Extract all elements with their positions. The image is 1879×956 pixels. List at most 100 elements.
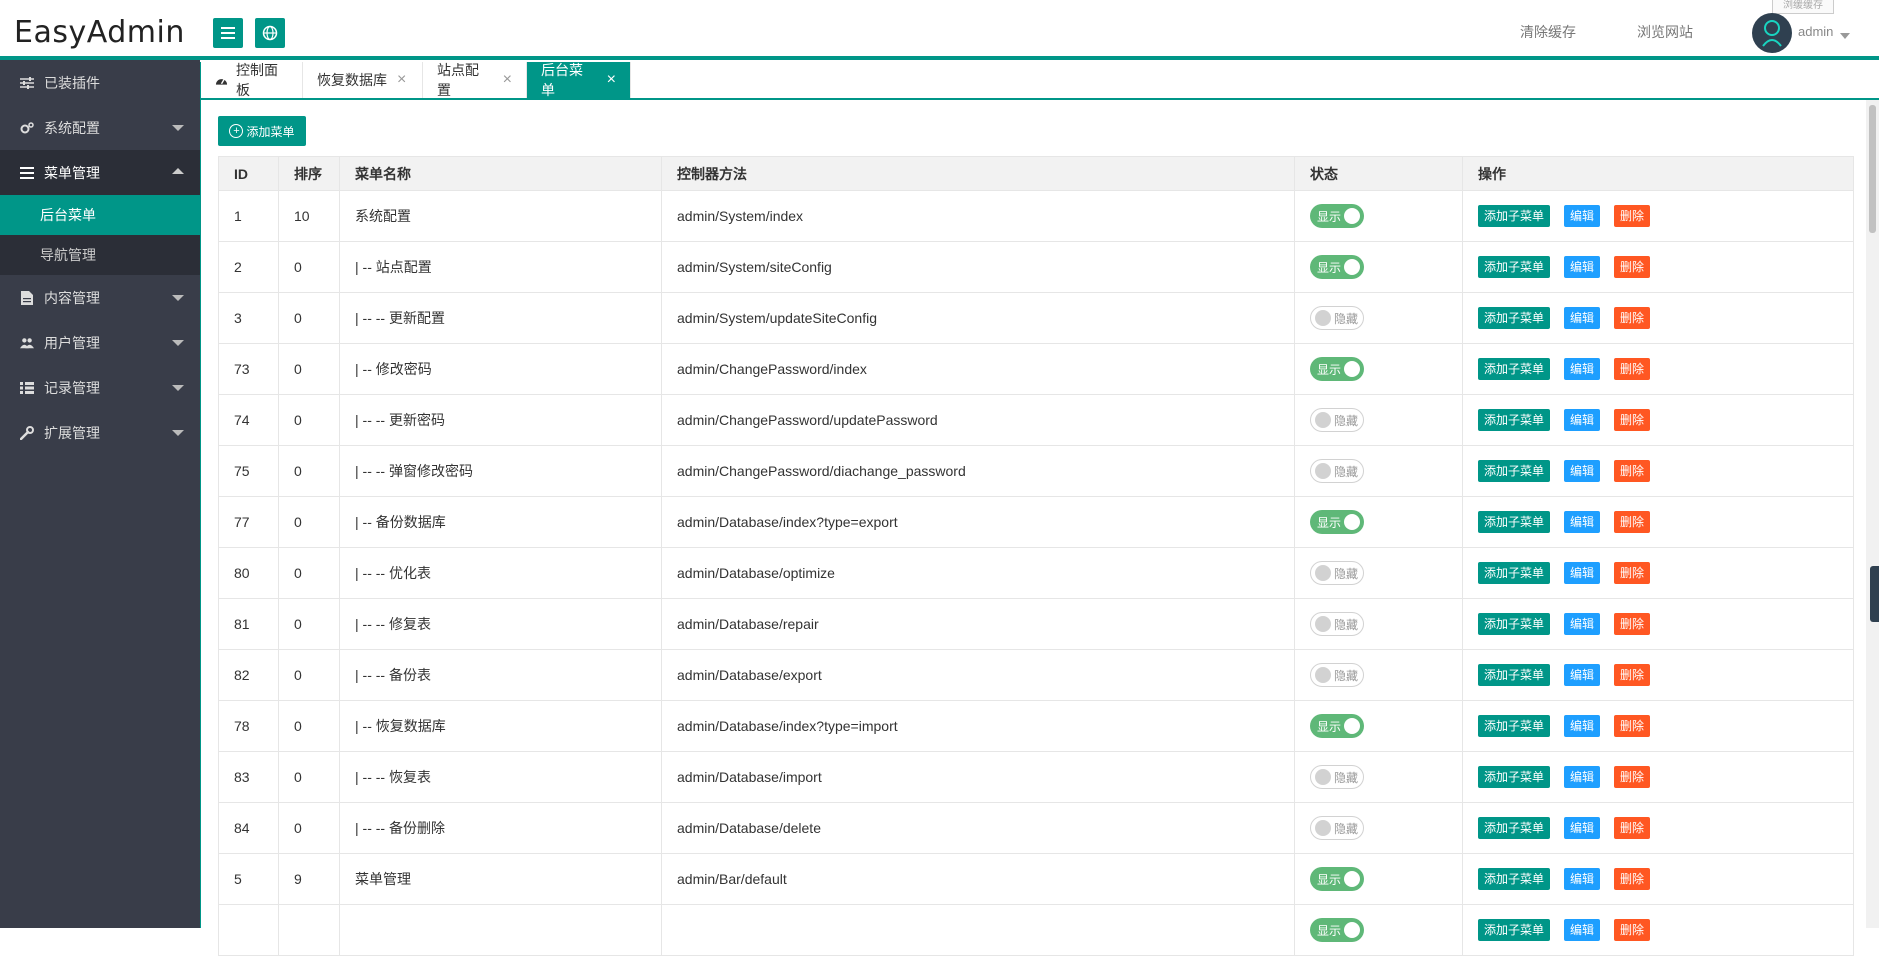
edit-button[interactable]: 编辑 <box>1564 613 1601 635</box>
edit-button[interactable]: 编辑 <box>1564 256 1601 278</box>
sidebar-item-user-management[interactable]: 用户管理 <box>0 320 200 365</box>
add-child-menu-button[interactable]: 添加子菜单 <box>1478 511 1551 533</box>
sidebar-item-log-management[interactable]: 记录管理 <box>0 365 200 410</box>
cell-status: 显示 <box>1294 496 1463 548</box>
cell-id: 73 <box>218 343 279 395</box>
close-icon[interactable]: × <box>503 71 512 89</box>
edit-button[interactable]: 编辑 <box>1564 460 1601 482</box>
tab-dashboard[interactable]: 控制面板 <box>201 62 303 98</box>
add-child-menu-button[interactable]: 添加子菜单 <box>1478 868 1551 890</box>
sidebar-item-plugins[interactable]: 已装插件 <box>0 60 200 105</box>
delete-button[interactable]: 删除 <box>1614 868 1651 890</box>
tab-restore-database[interactable]: 恢复数据库 × <box>303 62 423 98</box>
edit-button[interactable]: 编辑 <box>1564 868 1601 890</box>
delete-button[interactable]: 删除 <box>1614 205 1651 227</box>
sidebar-item-extensions[interactable]: 扩展管理 <box>0 410 200 455</box>
delete-button[interactable]: 删除 <box>1614 664 1651 686</box>
delete-button[interactable]: 删除 <box>1614 409 1651 431</box>
tab-backend-menu[interactable]: 后台菜单 × <box>527 62 631 98</box>
add-child-menu-button[interactable]: 添加子菜单 <box>1478 766 1551 788</box>
column-header: 排序 <box>278 156 340 191</box>
add-menu-button[interactable]: + 添加菜单 <box>218 116 306 146</box>
status-toggle[interactable]: 隐藏 <box>1310 612 1364 636</box>
delete-button[interactable]: 删除 <box>1614 460 1651 482</box>
side-handle[interactable] <box>1870 566 1879 622</box>
menu-toggle-button[interactable] <box>213 18 243 48</box>
cell-id: 77 <box>218 496 279 548</box>
clear-cache-link[interactable]: 清除缓存 <box>1520 22 1576 42</box>
status-toggle[interactable]: 隐藏 <box>1310 663 1364 687</box>
add-child-menu-button[interactable]: 添加子菜单 <box>1478 613 1551 635</box>
scrollbar-thumb[interactable] <box>1869 105 1876 233</box>
add-child-menu-button[interactable]: 添加子菜单 <box>1478 205 1551 227</box>
edit-button[interactable]: 编辑 <box>1564 919 1601 941</box>
add-child-menu-button[interactable]: 添加子菜单 <box>1478 256 1551 278</box>
status-toggle[interactable]: 显示 <box>1310 918 1364 942</box>
cell-controller-method <box>661 904 1295 956</box>
status-toggle[interactable]: 隐藏 <box>1310 306 1364 330</box>
close-icon[interactable]: × <box>397 71 406 89</box>
sidebar-item-system-config[interactable]: 系统配置 <box>0 105 200 150</box>
edit-button[interactable]: 编辑 <box>1564 715 1601 737</box>
add-child-menu-button[interactable]: 添加子菜单 <box>1478 307 1551 329</box>
delete-button[interactable]: 删除 <box>1614 511 1651 533</box>
add-child-menu-button[interactable]: 添加子菜单 <box>1478 919 1551 941</box>
sidebar-subitem-nav-management[interactable]: 导航管理 <box>0 235 200 275</box>
cell-sort: 0 <box>278 445 340 497</box>
add-child-menu-button[interactable]: 添加子菜单 <box>1478 715 1551 737</box>
edit-button[interactable]: 编辑 <box>1564 307 1601 329</box>
status-toggle[interactable]: 隐藏 <box>1310 408 1364 432</box>
tab-site-config[interactable]: 站点配置 × <box>423 62 527 98</box>
status-toggle[interactable]: 显示 <box>1310 714 1364 738</box>
add-child-menu-button[interactable]: 添加子菜单 <box>1478 409 1551 431</box>
username[interactable]: admin <box>1798 24 1833 39</box>
status-toggle[interactable]: 隐藏 <box>1310 765 1364 789</box>
browse-site-link[interactable]: 浏览网站 <box>1637 22 1693 42</box>
status-toggle[interactable]: 隐藏 <box>1310 561 1364 585</box>
delete-button[interactable]: 删除 <box>1614 256 1651 278</box>
plus-circle-icon: + <box>229 124 244 138</box>
edit-button[interactable]: 编辑 <box>1564 511 1601 533</box>
delete-button[interactable]: 删除 <box>1614 562 1651 584</box>
status-toggle[interactable]: 显示 <box>1310 510 1364 534</box>
edit-button[interactable]: 编辑 <box>1564 409 1601 431</box>
add-child-menu-button[interactable]: 添加子菜单 <box>1478 817 1551 839</box>
sidebar-subitem-backend-menu[interactable]: 后台菜单 <box>0 195 200 235</box>
status-toggle[interactable]: 隐藏 <box>1310 459 1364 483</box>
add-child-menu-button[interactable]: 添加子菜单 <box>1478 562 1551 584</box>
delete-button[interactable]: 删除 <box>1614 919 1651 941</box>
edit-button[interactable]: 编辑 <box>1564 562 1601 584</box>
edit-button[interactable]: 编辑 <box>1564 766 1601 788</box>
delete-button[interactable]: 删除 <box>1614 766 1651 788</box>
edit-button[interactable]: 编辑 <box>1564 205 1601 227</box>
add-child-menu-button[interactable]: 添加子菜单 <box>1478 460 1551 482</box>
avatar[interactable] <box>1752 13 1792 53</box>
close-icon[interactable]: × <box>607 71 616 89</box>
scrollbar[interactable] <box>1866 100 1879 928</box>
status-toggle[interactable]: 隐藏 <box>1310 816 1364 840</box>
sidebar-item-content-management[interactable]: 内容管理 <box>0 275 200 320</box>
globe-button[interactable] <box>255 18 285 48</box>
add-child-menu-button[interactable]: 添加子菜单 <box>1478 664 1551 686</box>
edit-button[interactable]: 编辑 <box>1564 664 1601 686</box>
delete-button[interactable]: 删除 <box>1614 817 1651 839</box>
add-child-menu-button[interactable]: 添加子菜单 <box>1478 358 1551 380</box>
delete-button[interactable]: 删除 <box>1614 307 1651 329</box>
edit-button[interactable]: 编辑 <box>1564 358 1601 380</box>
delete-button[interactable]: 删除 <box>1614 613 1651 635</box>
cell-controller-method: admin/Database/optimize <box>661 547 1295 599</box>
edit-button[interactable]: 编辑 <box>1564 817 1601 839</box>
delete-button[interactable]: 删除 <box>1614 715 1651 737</box>
cell-sort: 0 <box>278 292 340 344</box>
chevron-down-icon[interactable] <box>1840 33 1850 39</box>
sidebar-item-menu-management[interactable]: 菜单管理 <box>0 150 200 195</box>
toggle-label: 隐藏 <box>1334 566 1359 581</box>
status-toggle[interactable]: 显示 <box>1310 867 1364 891</box>
cell-controller-method: admin/Database/delete <box>661 802 1295 854</box>
status-toggle[interactable]: 显示 <box>1310 357 1364 381</box>
cell-menu-name: | -- -- 优化表 <box>339 547 662 599</box>
status-toggle[interactable]: 显示 <box>1310 204 1364 228</box>
toggle-label: 显示 <box>1317 719 1342 734</box>
status-toggle[interactable]: 显示 <box>1310 255 1364 279</box>
delete-button[interactable]: 删除 <box>1614 358 1651 380</box>
